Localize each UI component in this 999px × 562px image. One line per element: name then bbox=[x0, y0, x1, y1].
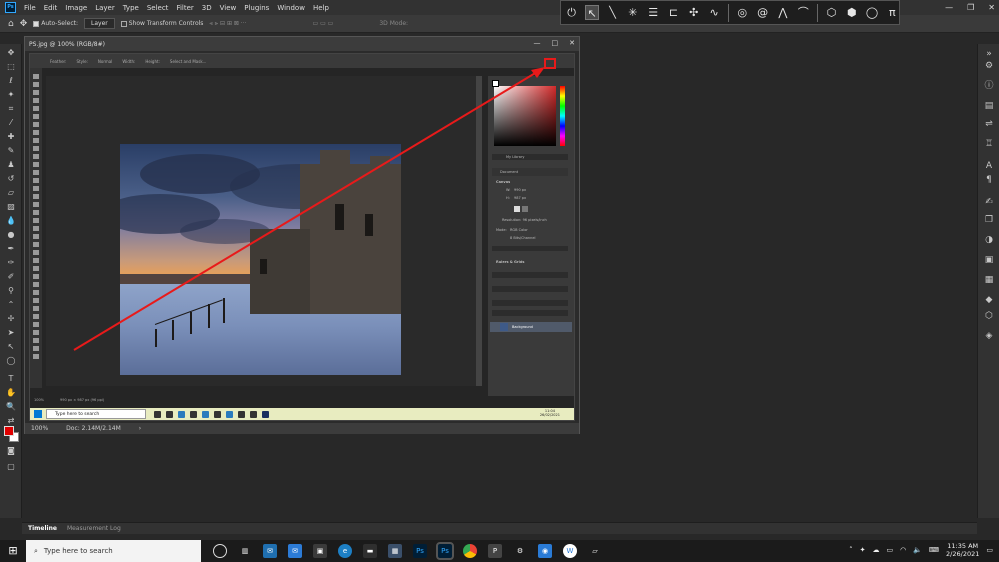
file-explorer-icon[interactable]: ▱ bbox=[588, 544, 602, 558]
notifications-icon[interactable]: ▭ bbox=[986, 546, 993, 554]
clock-date: 2/26/2021 bbox=[946, 550, 980, 558]
system-tray: ˄ ✦ ☁ ▭ ◠ 🔈 ⌨ 11:35 AM 2/26/2021 ▭ bbox=[849, 542, 993, 558]
wifi-icon[interactable]: ◠ bbox=[900, 546, 906, 554]
photoshop-active-taskbar-icon[interactable]: Ps bbox=[436, 542, 454, 560]
windows-start-icon[interactable]: ⊞ bbox=[0, 540, 26, 562]
phone-link-icon[interactable]: ✉ bbox=[263, 544, 277, 558]
settings-icon[interactable]: ⚙ bbox=[513, 544, 527, 558]
photoshop-window: Ps File Edit Image Layer Type Select Fil… bbox=[0, 0, 999, 562]
chevron-up-icon[interactable]: ˄ bbox=[849, 546, 853, 554]
screenshot-icon[interactable]: ◉ bbox=[538, 544, 552, 558]
windows-taskbar: ⊞ ⌕ Type here to search ▥ ✉ ✉ ▣ e ▬ ▦ Ps… bbox=[0, 540, 999, 562]
photoshop-taskbar-icon[interactable]: Ps bbox=[413, 544, 427, 558]
annotation-arrow bbox=[73, 67, 545, 351]
mail-icon[interactable]: ✉ bbox=[288, 544, 302, 558]
cloud-icon[interactable]: ☁ bbox=[872, 546, 879, 554]
task-view-icon[interactable]: ▥ bbox=[238, 544, 252, 558]
dropbox-icon[interactable]: ✦ bbox=[860, 546, 866, 554]
wiki-icon[interactable]: W bbox=[563, 544, 577, 558]
calculator-icon[interactable]: ▦ bbox=[388, 544, 402, 558]
search-icon: ⌕ bbox=[34, 546, 38, 555]
terminal-icon[interactable]: ▬ bbox=[363, 544, 377, 558]
volume-icon[interactable]: 🔈 bbox=[913, 546, 922, 554]
chrome-icon[interactable] bbox=[463, 544, 477, 558]
taskbar-search[interactable]: ⌕ Type here to search bbox=[26, 540, 201, 562]
app-icon[interactable]: P bbox=[488, 544, 502, 558]
store-icon[interactable]: ▣ bbox=[313, 544, 327, 558]
clock-time: 11:35 AM bbox=[947, 542, 979, 550]
taskbar-clock[interactable]: 11:35 AM 2/26/2021 bbox=[946, 542, 979, 558]
taskbar-search-placeholder: Type here to search bbox=[43, 547, 113, 555]
edge-icon[interactable]: e bbox=[338, 544, 352, 558]
taskbar-pinned-apps: ▥ ✉ ✉ ▣ e ▬ ▦ Ps Ps P ⚙ ◉ W ▱ bbox=[213, 542, 602, 560]
network-icon[interactable]: ▭ bbox=[886, 546, 893, 554]
language-icon[interactable]: ⌨ bbox=[929, 546, 939, 554]
cortana-icon[interactable] bbox=[213, 544, 227, 558]
